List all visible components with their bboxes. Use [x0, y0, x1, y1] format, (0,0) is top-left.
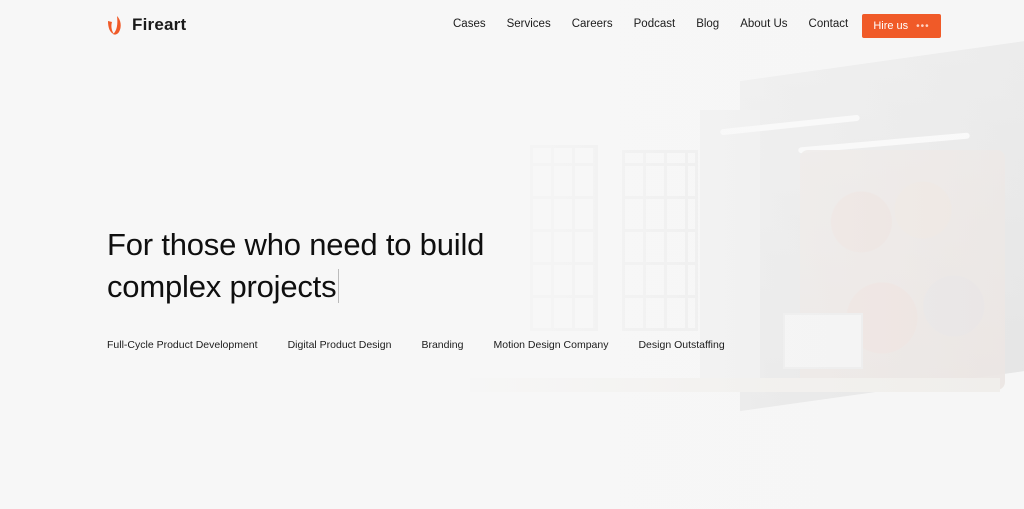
nav-item-services[interactable]: Services — [507, 18, 551, 30]
nav-item-podcast[interactable]: Podcast — [634, 18, 676, 30]
more-dots-icon: ••• — [916, 20, 930, 32]
typing-cursor — [338, 269, 340, 303]
service-link-branding[interactable]: Branding — [421, 339, 463, 351]
hero-section: For those who need to build complex proj… — [107, 224, 484, 308]
nav-item-about-us[interactable]: About Us — [740, 18, 787, 30]
service-link-design-outstaffing[interactable]: Design Outstaffing — [638, 339, 724, 351]
nav-item-blog[interactable]: Blog — [696, 18, 719, 30]
hire-us-button[interactable]: Hire us ••• — [862, 14, 941, 38]
logo-link[interactable]: Fireart — [106, 14, 186, 36]
hire-us-label: Hire us — [873, 20, 909, 32]
hero-title-line-1: For those who need to build — [107, 227, 485, 262]
nav-item-contact[interactable]: Contact — [809, 18, 849, 30]
service-link-full-cycle[interactable]: Full-Cycle Product Development — [107, 339, 258, 351]
hero-title: For those who need to build complex proj… — [107, 224, 484, 308]
site-header: Fireart Cases Services Careers Podcast B… — [0, 0, 1024, 52]
nav-item-cases[interactable]: Cases — [453, 18, 486, 30]
nav-item-careers[interactable]: Careers — [572, 18, 613, 30]
main-nav: Cases Services Careers Podcast Blog Abou… — [453, 18, 869, 30]
services-links: Full-Cycle Product Development Digital P… — [107, 339, 755, 351]
fireart-logo-icon — [108, 16, 121, 35]
hero-title-line-2: complex projects — [107, 269, 337, 304]
service-link-motion-design[interactable]: Motion Design Company — [493, 339, 608, 351]
brand-name: Fireart — [132, 15, 187, 34]
service-link-digital-product-design[interactable]: Digital Product Design — [288, 339, 392, 351]
